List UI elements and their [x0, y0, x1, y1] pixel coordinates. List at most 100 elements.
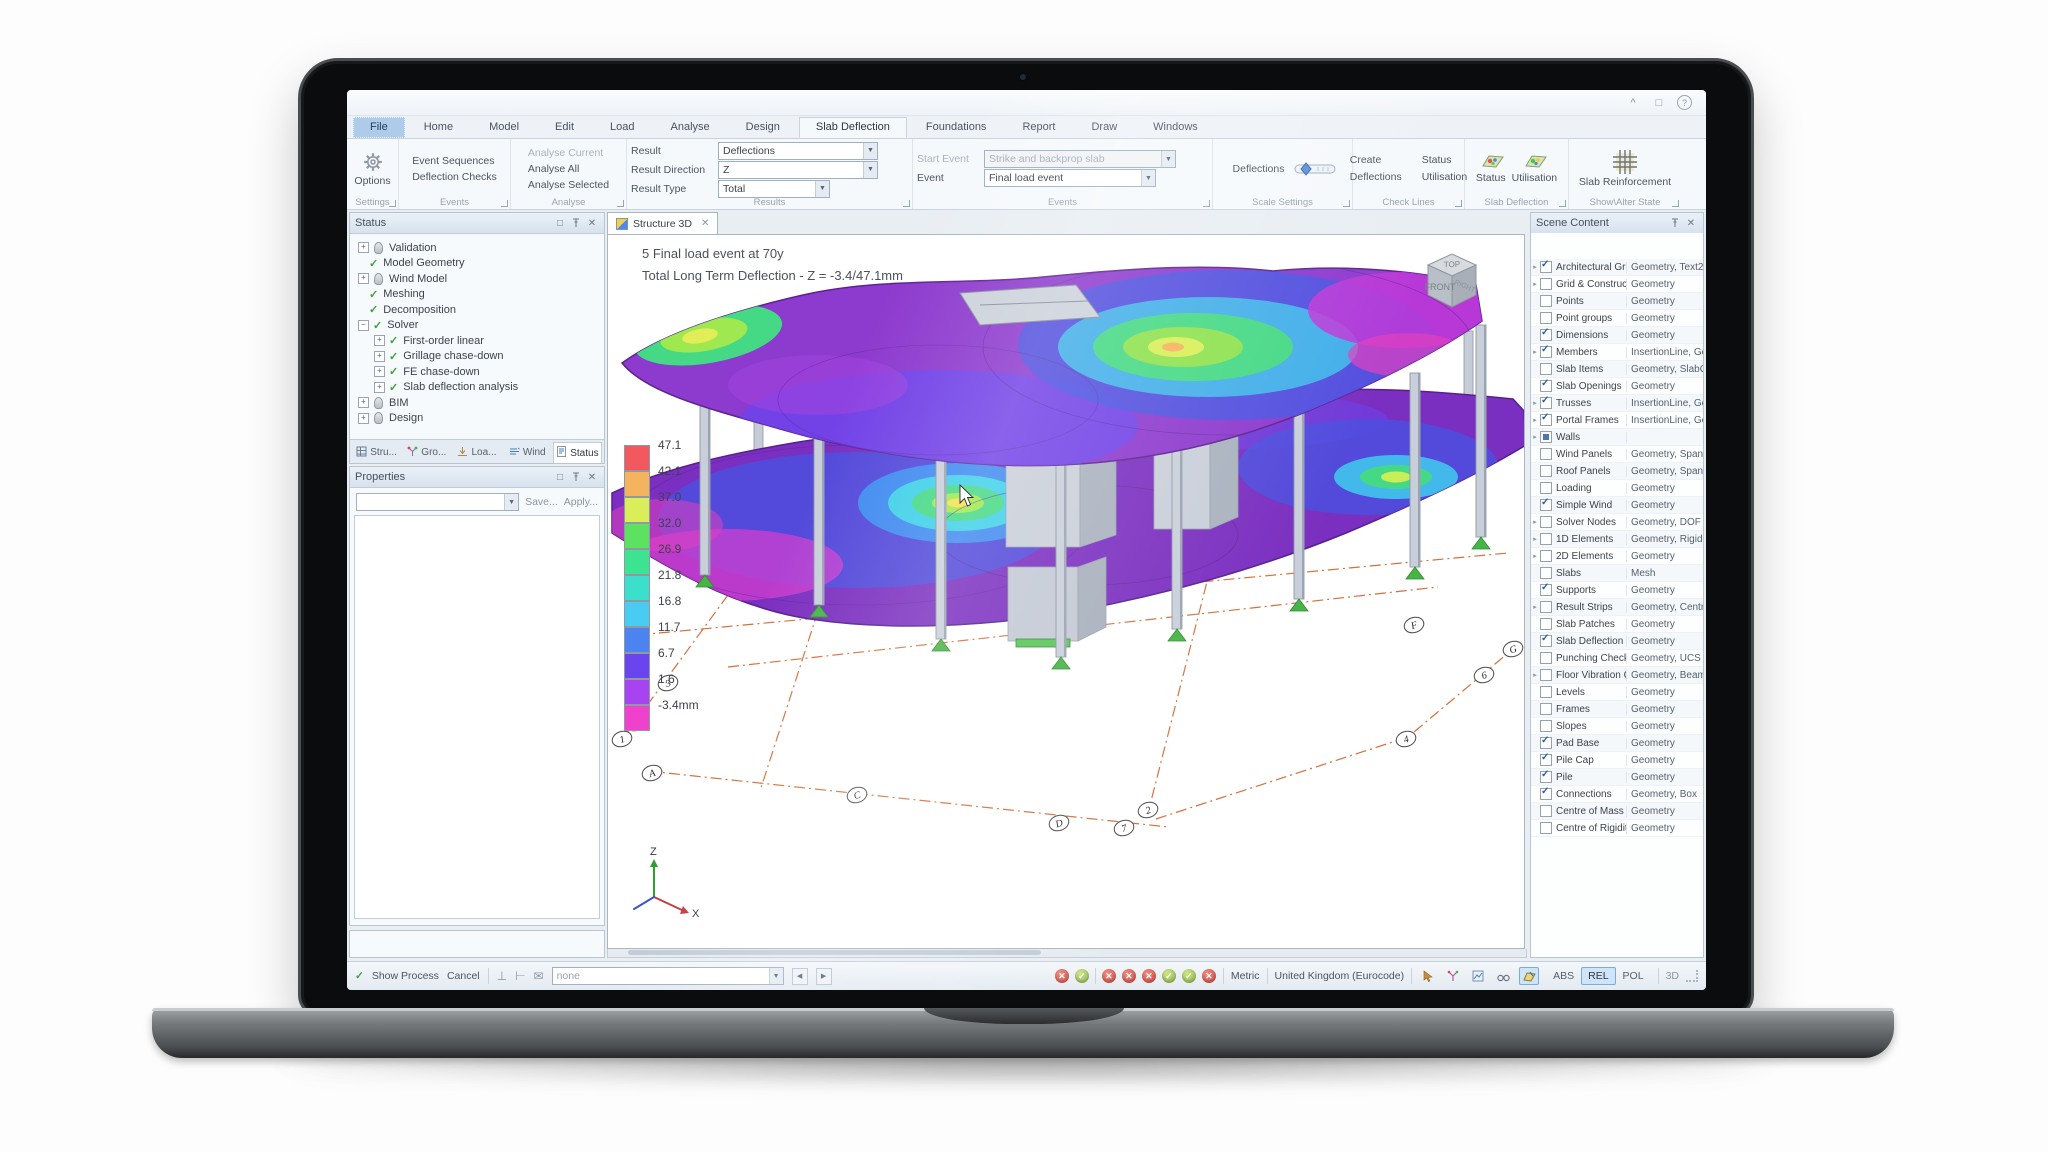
dialog-launcher-icon[interactable]	[389, 200, 396, 207]
scene-row-slab-items[interactable]: Slab ItemsGeometry, SlabOu...	[1531, 361, 1703, 378]
tree-item-bim[interactable]: +BIM	[354, 395, 600, 411]
visibility-checkbox[interactable]	[1540, 397, 1552, 409]
branch-tool-icon[interactable]	[1444, 968, 1462, 984]
analyse-all-button[interactable]: Analyse All	[524, 162, 613, 176]
status-error-icon[interactable]: ✕	[1202, 969, 1216, 983]
scene-row-trusses[interactable]: ▸TrussesInsertionLine, Geo...	[1531, 395, 1703, 412]
visibility-checkbox[interactable]	[1540, 448, 1552, 460]
status-error-icon[interactable]: ✕	[1102, 969, 1116, 983]
dialog-launcher-icon[interactable]	[617, 200, 624, 207]
tree-item-fe-chase-down[interactable]: +✓FE chase-down	[354, 364, 600, 380]
check-line-deflections-button[interactable]: Deflections	[1346, 170, 1406, 184]
mail-icon[interactable]: ✉	[534, 969, 544, 983]
ribbon-tab-analyse[interactable]: Analyse	[654, 117, 727, 138]
visibility-checkbox[interactable]	[1540, 567, 1552, 579]
pol-button[interactable]: POL	[1616, 967, 1651, 985]
scene-row-pile-cap[interactable]: Pile CapGeometry	[1531, 752, 1703, 769]
dialog-launcher-icon[interactable]	[903, 200, 910, 207]
save-link[interactable]: Save...	[525, 496, 558, 508]
binoculars-icon[interactable]	[1494, 968, 1512, 984]
window-style-icon[interactable]: □	[1651, 95, 1667, 111]
visibility-checkbox[interactable]	[1540, 805, 1552, 817]
structure-3d-tab[interactable]: Structure 3D ✕	[607, 212, 718, 234]
pin-icon[interactable]	[1668, 216, 1682, 230]
view-mode-label[interactable]: 3D	[1666, 970, 1679, 982]
scene-row-result-strips[interactable]: ▸Result StripsGeometry, Centre...	[1531, 599, 1703, 616]
tree-item-slab-deflection-analysis[interactable]: +✓Slab deflection analysis	[354, 380, 600, 396]
visibility-checkbox[interactable]	[1540, 363, 1552, 375]
tree-item-model-geometry[interactable]: ✓Model Geometry	[354, 256, 600, 272]
visibility-checkbox[interactable]	[1540, 465, 1552, 477]
event-combo[interactable]: Final load event▼	[984, 169, 1156, 187]
visibility-checkbox[interactable]	[1540, 516, 1552, 528]
scene-row-slab-patches[interactable]: Slab PatchesGeometry	[1531, 616, 1703, 633]
dialog-launcher-icon[interactable]	[1559, 200, 1566, 207]
slab-status-button[interactable]: Status	[1476, 153, 1506, 184]
scene-row-slopes[interactable]: SlopesGeometry	[1531, 718, 1703, 735]
tree-expander-icon[interactable]: +	[358, 273, 369, 284]
row-expander-icon[interactable]: ▸	[1531, 348, 1539, 356]
tree-item-wind-model[interactable]: +Wind Model	[354, 271, 600, 287]
scene-row-slab-openings[interactable]: Slab OpeningsGeometry	[1531, 378, 1703, 395]
scene-row-grid-construction[interactable]: ▸Grid & Construction ...Geometry	[1531, 276, 1703, 293]
scene-row-punching-checks[interactable]: Punching ChecksGeometry, UCS	[1531, 650, 1703, 667]
dialog-launcher-icon[interactable]	[1343, 200, 1350, 207]
float-panel-icon[interactable]: □	[553, 216, 567, 230]
visibility-checkbox[interactable]	[1540, 618, 1552, 630]
dock-tab-gro[interactable]: Gro...	[402, 442, 451, 463]
prev-arrow-button[interactable]: ◀	[792, 968, 808, 985]
row-expander-icon[interactable]: ▸	[1531, 416, 1539, 424]
scene-row-frames[interactable]: FramesGeometry	[1531, 701, 1703, 718]
tree-item-validation[interactable]: +Validation	[354, 240, 600, 256]
tree-expander-icon[interactable]: +	[374, 335, 385, 346]
dialog-launcher-icon[interactable]	[1203, 200, 1210, 207]
scene-row-loading[interactable]: LoadingGeometry	[1531, 480, 1703, 497]
visibility-checkbox[interactable]	[1540, 652, 1552, 664]
slab-utilisation-button[interactable]: Utilisation	[1512, 153, 1558, 184]
status-error-icon[interactable]: ✕	[1142, 969, 1156, 983]
visibility-checkbox[interactable]	[1540, 601, 1552, 613]
visibility-checkbox[interactable]	[1540, 414, 1552, 426]
view-cube[interactable]: TOP FRONT RIGHT	[1416, 245, 1486, 315]
ribbon-tab-home[interactable]: Home	[407, 117, 470, 138]
abs-button[interactable]: ABS	[1546, 967, 1581, 985]
visibility-checkbox[interactable]	[1540, 822, 1552, 834]
close-icon[interactable]: ✕	[1684, 216, 1698, 230]
support-tool-icon[interactable]: ⊥	[497, 969, 507, 983]
dock-tab-stru[interactable]: Stru...	[352, 442, 401, 463]
result-combo[interactable]: Deflections▼	[718, 142, 878, 160]
scene-row-pad-base[interactable]: Pad BaseGeometry	[1531, 735, 1703, 752]
check-line-status-button[interactable]: Status	[1418, 153, 1472, 167]
ribbon-tab-foundations[interactable]: Foundations	[909, 117, 1004, 138]
dock-tab-status[interactable]: Status	[553, 442, 602, 463]
region-button[interactable]: United Kingdom (Eurocode)	[1275, 970, 1405, 982]
help-icon[interactable]: ?	[1677, 95, 1692, 110]
row-expander-icon[interactable]: ▸	[1531, 399, 1539, 407]
row-expander-icon[interactable]: ▸	[1531, 518, 1539, 526]
scene-row-roof-panels[interactable]: Roof PanelsGeometry, SpanDi...	[1531, 463, 1703, 480]
scene-row-simple-wind[interactable]: Simple WindGeometry	[1531, 497, 1703, 514]
model-canvas[interactable]: 5 Final load event at 70y Total Long Ter…	[607, 234, 1525, 949]
dialog-launcher-icon[interactable]	[501, 200, 508, 207]
analyse-selected-button[interactable]: Analyse Selected	[524, 178, 613, 192]
ribbon-tab-windows[interactable]: Windows	[1136, 117, 1215, 138]
next-arrow-button[interactable]: ▶	[816, 968, 832, 985]
row-expander-icon[interactable]: ▸	[1531, 433, 1539, 441]
dialog-launcher-icon[interactable]	[1672, 200, 1679, 207]
create-check-line-button[interactable]: Create	[1346, 153, 1406, 167]
slab-edit-tool-icon[interactable]	[1519, 967, 1539, 985]
scale-toggle[interactable]	[1294, 161, 1336, 177]
process-filter-combo[interactable]: none ▼	[552, 967, 784, 985]
result-type-combo[interactable]: Total▼	[718, 180, 830, 198]
units-button[interactable]: Metric	[1231, 970, 1260, 982]
visibility-checkbox[interactable]	[1540, 346, 1552, 358]
scene-row-solver-nodes[interactable]: ▸Solver NodesGeometry, DOF	[1531, 514, 1703, 531]
cancel-button[interactable]: Cancel	[447, 970, 480, 982]
slab-reinforcement-button[interactable]: Slab Reinforcement	[1579, 150, 1671, 188]
scene-row-slabs[interactable]: SlabsMesh	[1531, 565, 1703, 582]
show-process-button[interactable]: Show Process	[372, 970, 439, 982]
ribbon-tab-file[interactable]: File	[353, 117, 405, 138]
scrollbar-thumb[interactable]	[628, 950, 1041, 955]
visibility-checkbox[interactable]	[1540, 499, 1552, 511]
rel-button[interactable]: REL	[1581, 967, 1615, 985]
